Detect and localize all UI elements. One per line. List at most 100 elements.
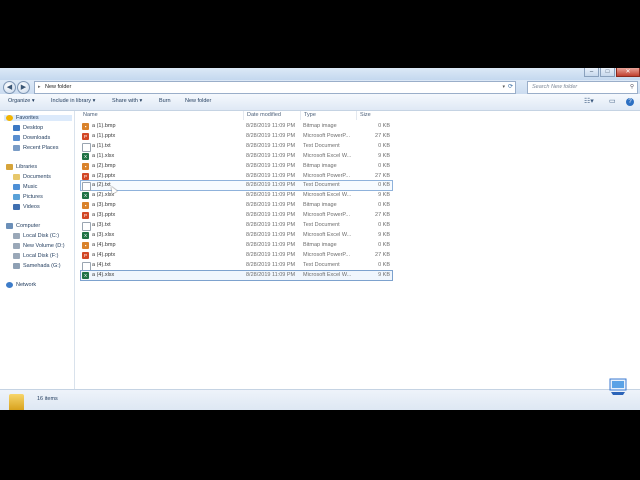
- nav-recent-places[interactable]: Recent Places: [13, 145, 58, 151]
- txt-file-icon: [82, 261, 91, 271]
- file-type: Bitmap image: [303, 162, 337, 169]
- column-divider[interactable]: [356, 111, 357, 120]
- file-list: Name Date modified Type Size ▪ a (1).bmp 8…: [75, 111, 640, 389]
- organize-button[interactable]: Organize ▾: [8, 98, 35, 104]
- column-date-modified[interactable]: Date modified: [247, 111, 281, 120]
- back-button[interactable]: ◀: [3, 81, 16, 94]
- file-date: 8/28/2019 11:09 PM: [246, 142, 296, 149]
- file-type: Bitmap image: [303, 202, 337, 209]
- nav-label: Local Disk (F:): [23, 253, 59, 259]
- nav-new-volume-d[interactable]: New Volume (D:): [13, 243, 65, 249]
- nav-desktop[interactable]: Desktop: [13, 125, 43, 131]
- include-in-library-button[interactable]: Include in library ▾: [51, 98, 95, 104]
- nav-network[interactable]: Network: [4, 282, 36, 288]
- view-options-icon[interactable]: ☷▾: [584, 97, 594, 105]
- column-type[interactable]: Type: [304, 111, 316, 120]
- recent-places-icon: [13, 145, 20, 151]
- column-divider[interactable]: [243, 111, 244, 120]
- file-name: a (2).bmp: [92, 162, 116, 169]
- share-with-button[interactable]: Share with ▾: [112, 98, 142, 104]
- txt-file-icon: [82, 142, 91, 152]
- explorer-window: – □ ✕ ◀ ▶ ▸ New folder ▾ ⟳ Search New fo…: [0, 68, 640, 410]
- table-row[interactable]: Xa (4).xlsx 8/28/2019 11:09 PM Microsoft E…: [80, 269, 393, 281]
- forward-button[interactable]: ▶: [17, 81, 30, 94]
- nav-favorites[interactable]: Favorites: [4, 115, 72, 121]
- chevron-down-icon[interactable]: ▾: [502, 82, 505, 93]
- nav-label: Samehada (G:): [23, 263, 61, 269]
- table-row[interactable]: ▪ a (2).bmp 8/28/2019 11:09 PM Bitmap image…: [81, 162, 392, 171]
- table-row[interactable]: Pa (3).pptx 8/28/2019 11:09 PM Microsoft P…: [81, 211, 392, 220]
- new-folder-button[interactable]: New folder: [185, 98, 211, 104]
- file-size: 27 KB: [375, 212, 390, 219]
- nav-pictures[interactable]: Pictures: [13, 194, 43, 200]
- file-size: 0 KB: [378, 222, 390, 228]
- file-name: a (3).xlsx: [92, 231, 115, 238]
- file-date: 8/28/2019 11:09 PM: [246, 132, 296, 139]
- file-size: 0 KB: [378, 142, 390, 149]
- nav-downloads[interactable]: Downloads: [13, 135, 50, 141]
- file-size: 9 KB: [378, 152, 390, 159]
- table-row[interactable]: a (2).txt 8/28/2019 11:09 PM Text Document…: [80, 180, 393, 192]
- file-type: Microsoft Excel W...: [303, 271, 352, 278]
- table-row[interactable]: ▪ a (1).bmp 8/28/2019 11:09 PM Bitmap image…: [81, 122, 392, 131]
- breadcrumb-arrow-icon: ▸: [38, 84, 41, 90]
- file-date: 8/28/2019 11:09 PM: [246, 172, 296, 179]
- refresh-icon[interactable]: ⟳: [508, 82, 513, 93]
- column-size[interactable]: Size: [360, 111, 371, 120]
- table-row[interactable]: ▪ a (3).bmp 8/28/2019 11:09 PM Bitmap image…: [81, 201, 392, 210]
- nav-music[interactable]: Music: [13, 184, 37, 190]
- address-bar[interactable]: ▸ New folder ▾ ⟳: [34, 81, 516, 94]
- table-row[interactable]: a (3).txt 8/28/2019 11:09 PM Text Document…: [81, 221, 392, 231]
- maximize-button[interactable]: □: [600, 68, 615, 77]
- table-row[interactable]: Xa (2).xlsx 8/28/2019 11:09 PM Microsoft E…: [81, 191, 392, 200]
- column-name[interactable]: Name: [83, 111, 98, 120]
- table-row[interactable]: a (1).txt 8/28/2019 11:09 PM Text Document…: [81, 142, 392, 152]
- file-size: 0 KB: [378, 123, 390, 129]
- table-row[interactable]: Xa (1).xlsx 8/28/2019 11:09 PM Microsoft E…: [81, 152, 392, 161]
- search-input[interactable]: Search New folder ⚲: [527, 81, 638, 94]
- nav-documents[interactable]: Documents: [13, 174, 51, 180]
- nav-samehada-g[interactable]: Samehada (G:): [13, 263, 61, 269]
- file-date: 8/28/2019 11:09 PM: [246, 261, 296, 268]
- file-date: 8/28/2019 11:09 PM: [246, 251, 296, 258]
- column-divider[interactable]: [300, 111, 301, 120]
- file-size: 9 KB: [378, 231, 390, 238]
- table-row[interactable]: ▪ a (4).bmp 8/28/2019 11:09 PM Bitmap image…: [81, 241, 392, 250]
- table-row[interactable]: Pa (2).pptx 8/28/2019 11:09 PM Microsoft P…: [81, 172, 392, 181]
- txt-file-icon: [82, 182, 91, 192]
- file-name: a (1).xlsx: [92, 152, 115, 159]
- minimize-button[interactable]: –: [584, 68, 599, 77]
- file-type: Microsoft PowerP...: [303, 212, 350, 219]
- table-row[interactable]: Pa (1).pptx 8/28/2019 11:09 PM Microsoft P…: [81, 132, 392, 141]
- table-row[interactable]: a (4).txt 8/28/2019 11:09 PM Text Document…: [81, 261, 392, 271]
- nav-label: Desktop: [23, 125, 44, 131]
- txt-file-icon: [82, 222, 91, 231]
- file-type: Text Document: [303, 261, 340, 268]
- breadcrumb[interactable]: New folder: [45, 82, 71, 93]
- preview-pane-icon[interactable]: ▭: [609, 97, 616, 105]
- file-name: a (4).bmp: [92, 241, 116, 248]
- nav-local-disk-f[interactable]: Local Disk (F:): [13, 253, 58, 259]
- help-icon[interactable]: ?: [626, 98, 634, 106]
- videos-icon: [13, 204, 20, 210]
- table-row[interactable]: Pa (4).pptx 8/28/2019 11:09 PM Microsoft P…: [81, 251, 392, 260]
- nav-videos[interactable]: Videos: [13, 204, 40, 210]
- file-type: Microsoft Excel W...: [303, 231, 352, 238]
- nav-libraries[interactable]: Libraries: [4, 164, 37, 170]
- nav-label: Downloads: [23, 135, 51, 141]
- file-date: 8/28/2019 11:09 PM: [246, 212, 296, 219]
- close-button[interactable]: ✕: [616, 68, 640, 77]
- nav-local-disk-c[interactable]: Local Disk (C:): [13, 233, 59, 239]
- network-icon: [6, 282, 13, 288]
- file-size: 0 KB: [378, 241, 390, 248]
- file-type: Microsoft PowerP...: [303, 132, 350, 139]
- xlsx-file-icon: X: [82, 271, 89, 279]
- nav-computer[interactable]: Computer: [4, 223, 40, 229]
- xlsx-file-icon: X: [82, 152, 89, 160]
- xlsx-file-icon: X: [82, 192, 89, 200]
- file-date: 8/28/2019 11:09 PM: [246, 162, 296, 169]
- burn-button[interactable]: Burn: [159, 98, 171, 104]
- nav-label: Music: [23, 184, 38, 190]
- table-row[interactable]: Xa (3).xlsx 8/28/2019 11:09 PM Microsoft E…: [81, 231, 392, 240]
- file-size: 27 KB: [375, 132, 390, 139]
